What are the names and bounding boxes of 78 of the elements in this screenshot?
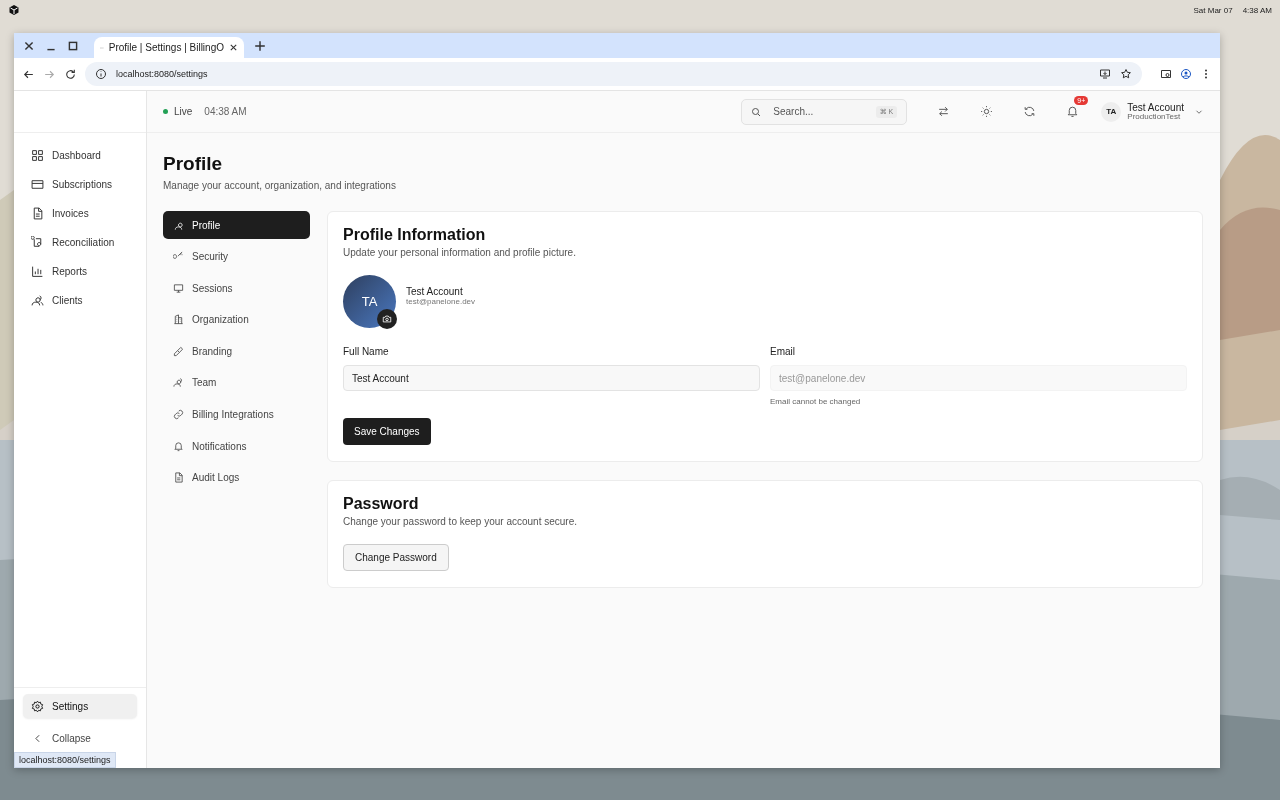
nav-icon — [173, 314, 184, 326]
install-icon[interactable] — [1099, 68, 1111, 80]
sun-icon[interactable] — [980, 105, 994, 118]
nav-icon — [31, 264, 44, 278]
live-dot — [163, 109, 168, 114]
profile-name: Test Account — [406, 285, 464, 297]
settings-nav-item[interactable]: Profile — [163, 211, 310, 239]
status-url: localhost:8080/settings — [14, 752, 116, 768]
refresh-icon[interactable] — [1023, 105, 1037, 118]
settings-nav-item[interactable]: Billing Integrations — [163, 400, 310, 429]
sidebar-item[interactable]: Reports — [23, 259, 137, 283]
date-text: Sat Mar 07 — [1193, 5, 1233, 15]
card-subtitle: Update your personal information and profile picture. — [343, 247, 577, 258]
nav-icon — [31, 206, 44, 220]
change-password-button[interactable]: Change Password — [343, 544, 449, 571]
header-time: 04:38 AM — [204, 106, 247, 117]
nav-icon — [173, 282, 184, 294]
tab-search-icon[interactable] — [1160, 68, 1172, 80]
settings-nav-item[interactable]: Team — [163, 368, 310, 397]
settings-nav-item[interactable]: Security — [163, 242, 310, 271]
cube-icon[interactable] — [8, 4, 20, 16]
user-avatar: TA — [1101, 101, 1122, 122]
sidebar-item[interactable]: Invoices — [23, 201, 137, 225]
profile-icon[interactable] — [1180, 68, 1192, 80]
card-title: Profile Information — [343, 226, 487, 244]
live-status: Live — [174, 106, 193, 117]
browser-tab[interactable]: Profile | Settings | BillingO — [94, 37, 244, 58]
sidebar-item[interactable]: Subscriptions — [23, 172, 137, 196]
page-subtitle: Manage your account, organization, and integrations — [163, 180, 397, 191]
nav-icon — [31, 148, 44, 162]
user-menu[interactable]: TA Test Account ProductionTest — [1101, 101, 1204, 122]
sidebar-item[interactable]: Reconciliation — [23, 230, 137, 254]
settings-nav-item[interactable]: Notifications — [163, 432, 310, 461]
settings-nav-item[interactable]: Audit Logs — [163, 463, 310, 492]
settings-item[interactable]: Settings — [23, 694, 137, 718]
camera-icon — [382, 314, 392, 324]
nav-icon — [173, 409, 184, 421]
nav-icon — [31, 293, 44, 307]
maximize-icon[interactable] — [67, 39, 79, 52]
settings-nav-item[interactable]: Branding — [163, 337, 310, 366]
new-tab-icon[interactable] — [254, 39, 266, 52]
star-icon[interactable] — [1120, 68, 1132, 80]
settings-nav-item[interactable]: Sessions — [163, 274, 310, 303]
sidebar-item[interactable]: Clients — [23, 288, 137, 312]
address-bar[interactable]: localhost:8080/settings — [85, 62, 1142, 86]
field-label: Email — [770, 346, 796, 357]
reload-icon[interactable] — [64, 67, 77, 81]
settings-nav-item[interactable]: Organization — [163, 305, 310, 334]
tab-close-icon[interactable] — [229, 43, 238, 52]
user-org: ProductionTest — [1127, 112, 1182, 122]
nav-icon — [31, 235, 44, 249]
close-icon[interactable] — [23, 39, 35, 52]
profile-avatar: TA — [343, 275, 396, 328]
url-text: localhost:8080/settings — [116, 69, 208, 79]
nav-icon — [173, 472, 184, 484]
bell-icon[interactable] — [1066, 105, 1080, 118]
profile-email: test@panelone.dev — [406, 296, 476, 306]
sidebar-item[interactable]: Dashboard — [23, 143, 137, 167]
page-title: Profile — [163, 153, 224, 175]
nav-icon — [31, 177, 44, 191]
card-subtitle: Change your password to keep your account secure. — [343, 516, 579, 527]
input-field[interactable]: Test Account — [343, 365, 760, 391]
card-title: Password — [343, 495, 420, 513]
swap-icon[interactable] — [937, 105, 951, 118]
tab-title: Profile | Settings | BillingO — [108, 42, 224, 53]
nav-icon — [173, 377, 184, 389]
clock-text: 4:38 AM — [1242, 5, 1272, 15]
nav-icon — [173, 440, 184, 452]
field-hint: Email cannot be changed — [770, 397, 862, 406]
user-name: Test Account — [1127, 101, 1184, 113]
info-icon[interactable] — [95, 68, 107, 80]
camera-button[interactable] — [377, 309, 397, 329]
field-label: Full Name — [343, 346, 390, 357]
search-icon — [750, 105, 763, 118]
nav-icon — [173, 345, 184, 357]
settings-icon — [31, 699, 44, 713]
collapse-button[interactable]: Collapse — [23, 726, 137, 750]
save-button[interactable]: Save Changes — [343, 418, 431, 445]
